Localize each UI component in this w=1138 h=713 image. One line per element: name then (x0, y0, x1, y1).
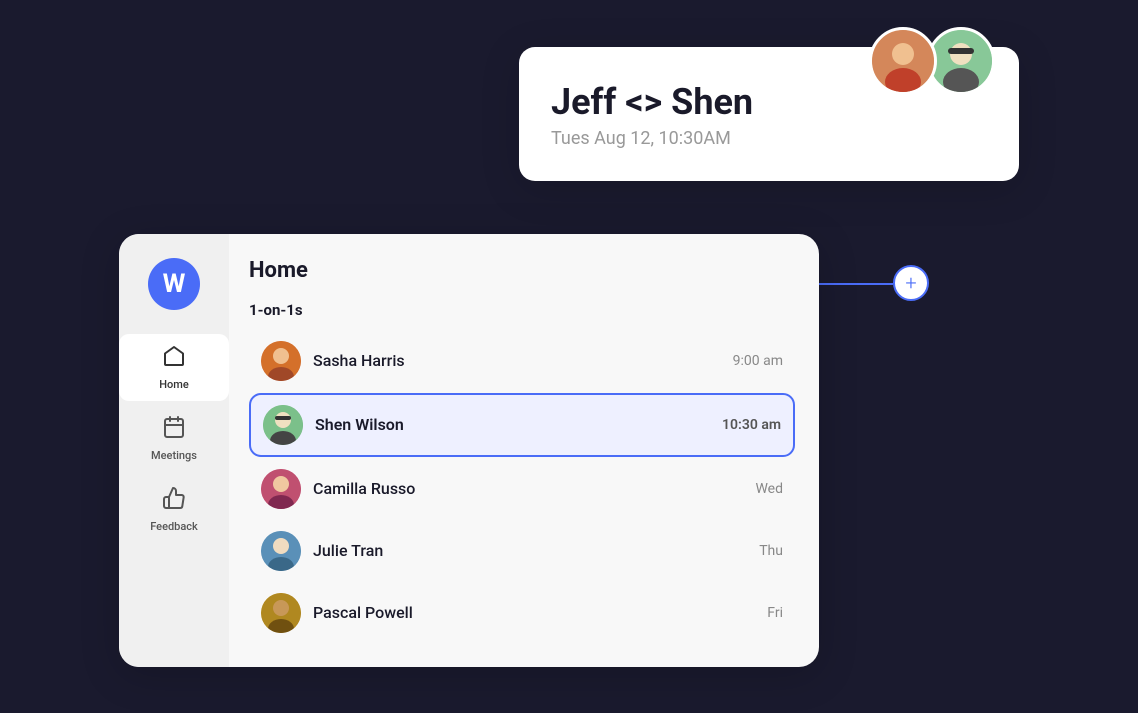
list-item-shen[interactable]: Shen Wilson 10:30 am (249, 393, 795, 457)
person-name-camilla: Camilla Russo (313, 479, 743, 498)
avatar-sasha (261, 341, 301, 381)
avatar-camilla (261, 469, 301, 509)
person-time-camilla: Wed (755, 481, 783, 497)
main-content: Home 1-on-1s Sasha Harris 9:00 am (229, 234, 819, 667)
person-name-julie: Julie Tran (313, 541, 747, 560)
sidebar: W Home Meetings (119, 234, 229, 667)
add-button[interactable]: + (893, 265, 929, 301)
sidebar-item-home[interactable]: Home (119, 334, 229, 401)
avatar-jeff (869, 27, 937, 95)
avatar-julie (261, 531, 301, 571)
sidebar-feedback-label: Feedback (150, 520, 198, 533)
one-on-one-list: Sasha Harris 9:00 am Shen Wilson 1 (249, 331, 795, 643)
avatar-pascal (261, 593, 301, 633)
meetings-icon (162, 415, 186, 445)
list-item-camilla[interactable]: Camilla Russo Wed (249, 459, 795, 519)
list-item-julie[interactable]: Julie Tran Thu (249, 521, 795, 581)
section-title: 1-on-1s (249, 301, 795, 319)
meeting-detail-card: Jeff <> Shen Tues Aug 12, 10:30AM (519, 47, 1019, 182)
person-name-pascal: Pascal Powell (313, 603, 755, 622)
person-time-sasha: 9:00 am (733, 353, 783, 369)
person-time-shen: 10:30 am (722, 417, 781, 433)
meeting-avatars (869, 27, 995, 95)
sidebar-home-label: Home (159, 378, 189, 391)
feedback-icon (162, 486, 186, 516)
meeting-subtitle: Tues Aug 12, 10:30AM (551, 128, 987, 149)
avatar-shen-list (263, 405, 303, 445)
person-name-shen: Shen Wilson (315, 415, 710, 434)
app-card: W Home Meetings (119, 234, 819, 667)
sidebar-item-meetings[interactable]: Meetings (119, 405, 229, 472)
app-logo[interactable]: W (148, 258, 200, 310)
list-item-sasha[interactable]: Sasha Harris 9:00 am (249, 331, 795, 391)
avatar-shen (927, 27, 995, 95)
list-item-pascal[interactable]: Pascal Powell Fri (249, 583, 795, 643)
home-icon (162, 344, 186, 374)
sidebar-item-feedback[interactable]: Feedback (119, 476, 229, 543)
person-name-sasha: Sasha Harris (313, 351, 721, 370)
sidebar-meetings-label: Meetings (151, 449, 197, 462)
person-time-pascal: Fri (767, 605, 783, 621)
person-time-julie: Thu (759, 543, 783, 559)
page-title: Home (249, 258, 795, 283)
